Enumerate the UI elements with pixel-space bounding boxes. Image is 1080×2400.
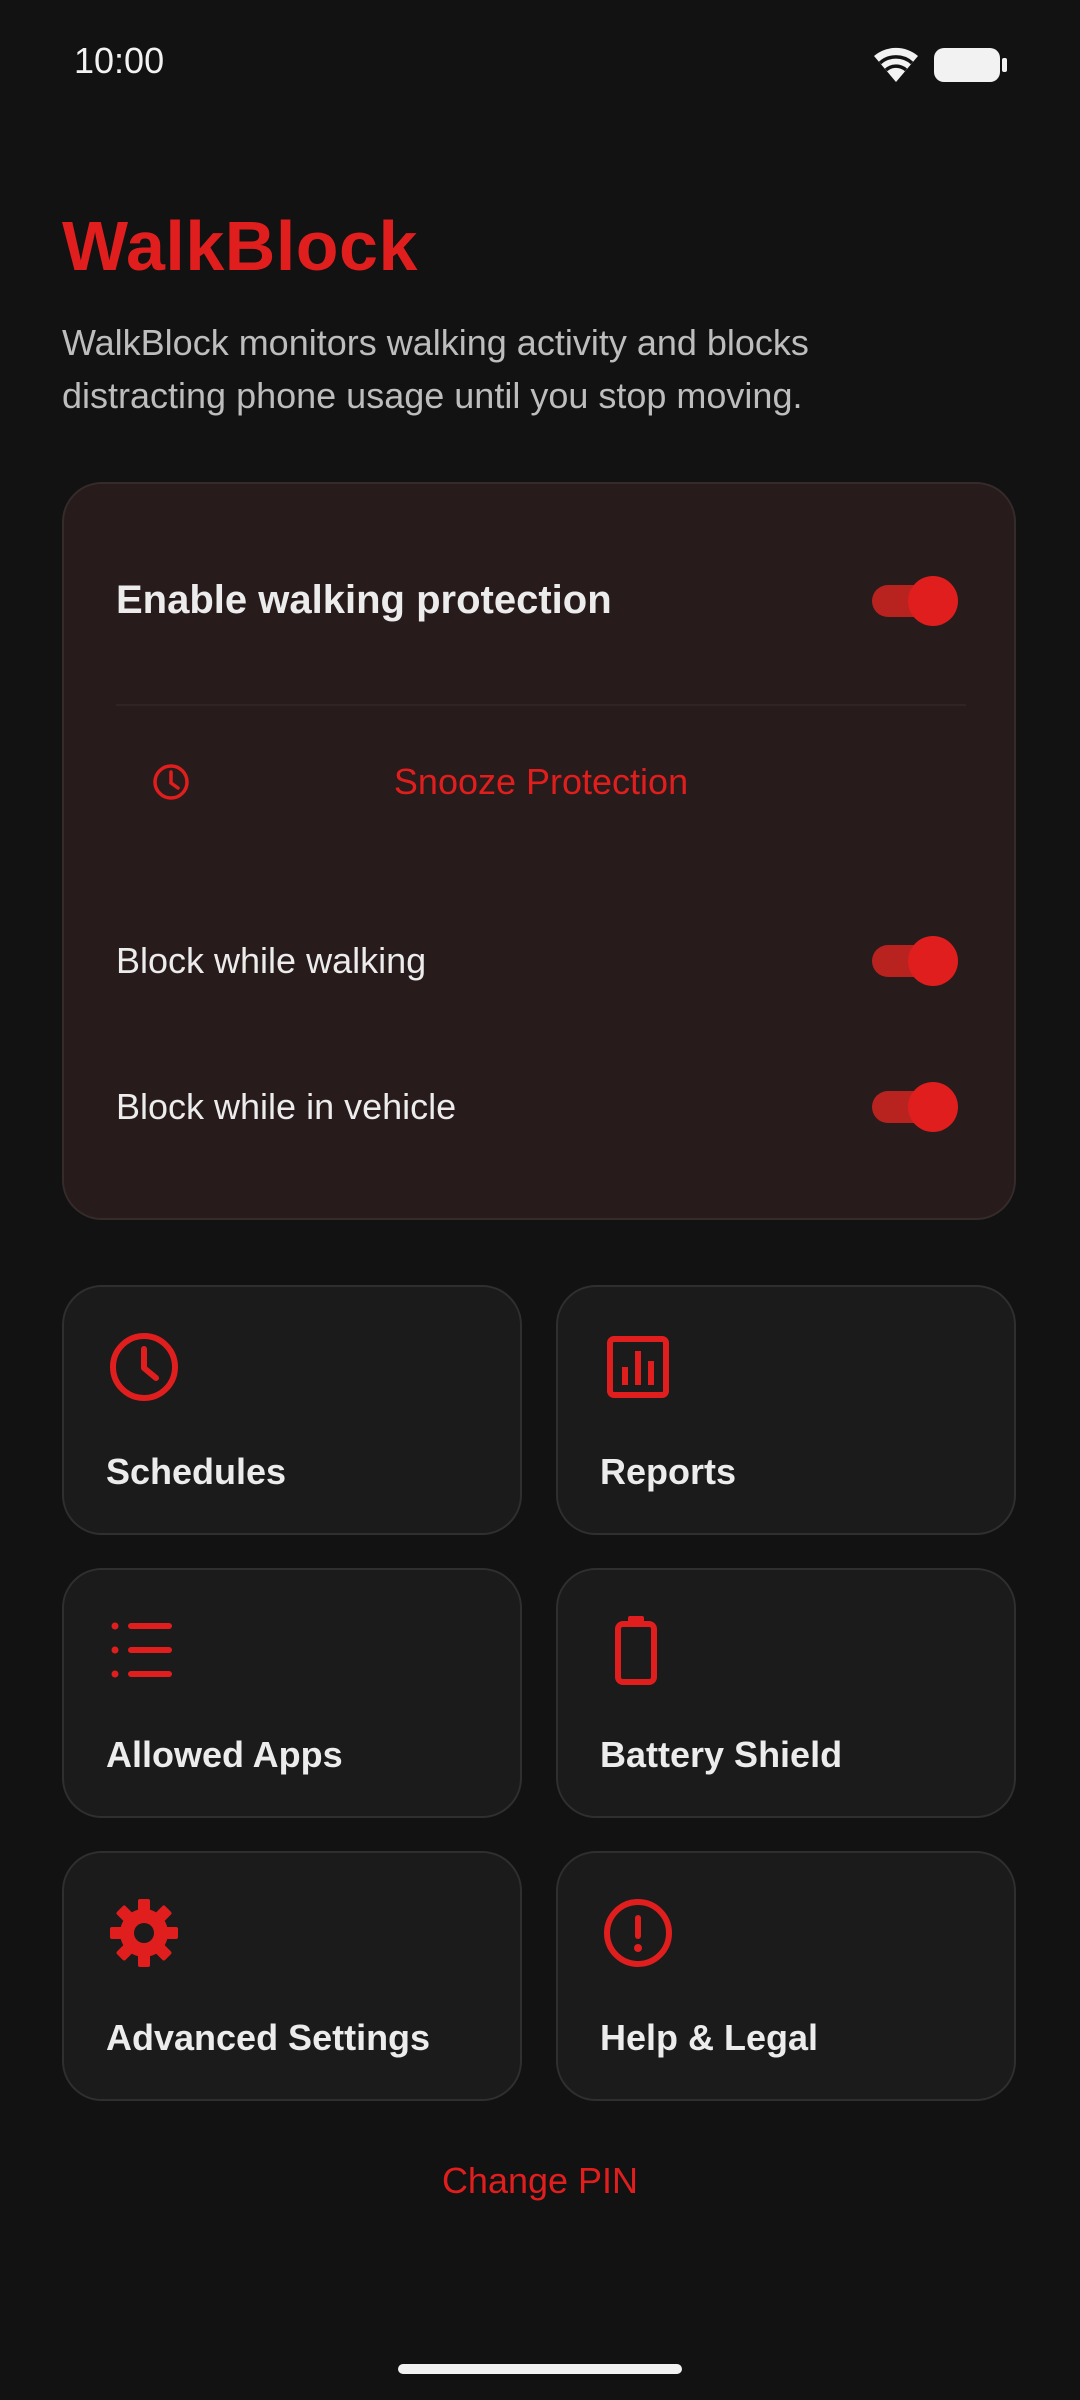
home-indicator[interactable] xyxy=(398,2364,682,2374)
snooze-protection-label: Snooze Protection xyxy=(393,761,689,802)
protection-card: Enable walking protection Snooze Protect… xyxy=(62,482,1016,1220)
snooze-protection-button[interactable]: Snooze Protection xyxy=(116,734,966,830)
block-vehicle-label: Block while in vehicle xyxy=(116,1086,457,1127)
tile-label: Help & Legal xyxy=(600,2017,819,2058)
enable-protection-toggle[interactable] xyxy=(872,576,960,626)
tile-label: Advanced Settings xyxy=(106,2017,431,2058)
tile-schedules[interactable]: Schedules xyxy=(62,1285,522,1535)
tile-help-legal[interactable]: Help & Legal xyxy=(556,1851,1016,2101)
app-title: WalkBlock xyxy=(62,207,418,285)
tile-label: Schedules xyxy=(106,1451,287,1492)
toggle-knob xyxy=(908,936,958,986)
status-bar: 10:00 xyxy=(0,0,1080,130)
alert-circle-icon xyxy=(604,1899,672,1967)
battery-icon xyxy=(934,48,1007,82)
tile-label: Reports xyxy=(600,1451,737,1492)
block-walking-label: Block while walking xyxy=(116,940,427,981)
block-walking-toggle[interactable] xyxy=(872,936,960,986)
enable-protection-label: Enable walking protection xyxy=(116,578,612,622)
toggle-knob xyxy=(908,576,958,626)
block-vehicle-toggle[interactable] xyxy=(872,1082,960,1132)
tile-label: Allowed Apps xyxy=(106,1734,343,1775)
battery-icon xyxy=(615,1616,657,1685)
change-pin-button[interactable]: Change PIN xyxy=(0,2160,1080,2202)
card-divider xyxy=(116,704,966,706)
list-icon xyxy=(111,1622,172,1678)
app-description: WalkBlock monitors walking activity and … xyxy=(62,322,809,416)
gear-icon xyxy=(110,1899,178,1967)
bar-chart-icon xyxy=(607,1336,669,1398)
clock-icon xyxy=(110,1333,178,1401)
tile-advanced-settings[interactable]: Advanced Settings xyxy=(62,1851,522,2101)
tile-reports[interactable]: Reports xyxy=(556,1285,1016,1535)
toggle-knob xyxy=(908,1082,958,1132)
wifi-icon xyxy=(874,47,918,82)
tile-label: Battery Shield xyxy=(600,1734,843,1775)
status-time: 10:00 xyxy=(74,40,165,81)
tile-allowed-apps[interactable]: Allowed Apps xyxy=(62,1568,522,1818)
tile-battery-shield[interactable]: Battery Shield xyxy=(556,1568,1016,1818)
